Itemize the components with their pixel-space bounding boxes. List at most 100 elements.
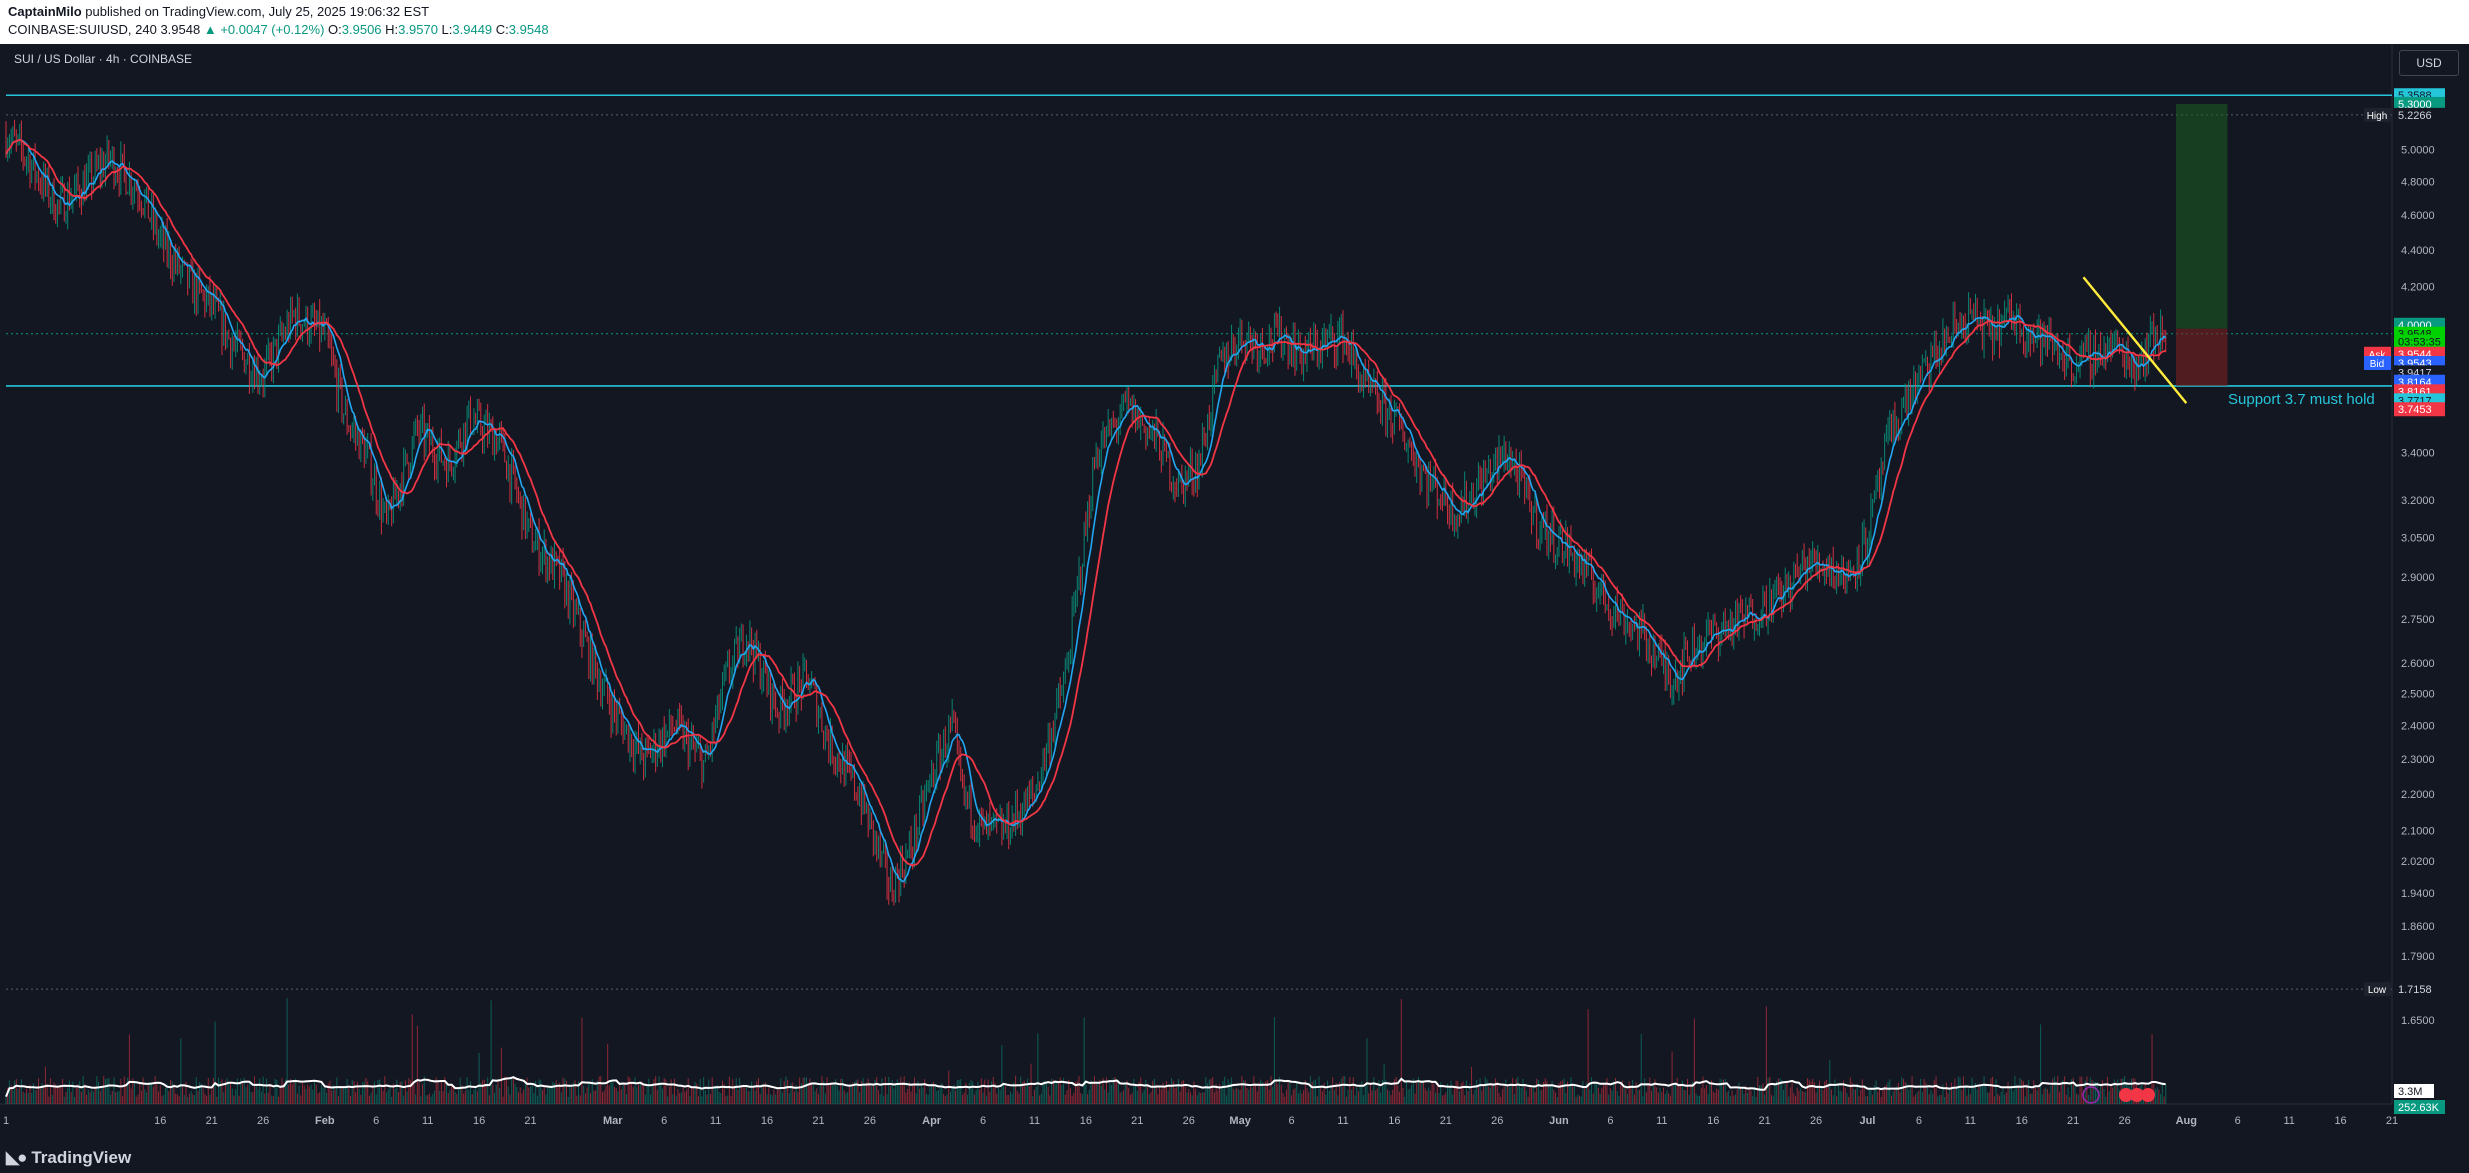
high-label: H:: [385, 22, 399, 37]
time-tick-label: 16: [1707, 1115, 1719, 1127]
time-tick-label: 26: [2118, 1115, 2130, 1127]
ohlc-line: COINBASE:SUIUSD, 240 3.9548 ▲ +0.0047 (+…: [8, 22, 549, 37]
time-tick-label: 6: [1288, 1115, 1294, 1127]
time-tick-label: 26: [1183, 1115, 1195, 1127]
currency-selector[interactable]: USD: [2399, 50, 2459, 76]
time-tick-label: 6: [373, 1115, 379, 1127]
price-tag-low: Low: [2368, 985, 2387, 996]
price-tick-label: 2.9000: [2401, 572, 2435, 584]
time-tick-label: 16: [761, 1115, 773, 1127]
publish-date: published on TradingView.com, July 25, 2…: [85, 4, 430, 19]
author-name[interactable]: CaptainMilo: [8, 4, 82, 19]
close-value: 3.9548: [508, 22, 549, 37]
brand-name: TradingView: [31, 1148, 132, 1167]
price-tick-label: 2.6000: [2401, 658, 2435, 670]
price-chart[interactable]: SUI / US Dollar · 4h · COINBASE 5.0000 4.8…: [0, 44, 2469, 1144]
price-tick-label: 2.3000: [2401, 754, 2435, 766]
time-tick-label: 11: [1029, 1115, 1040, 1127]
chart-area[interactable]: SUI / US Dollar · 4h · COINBASE 5.0000 4.8…: [0, 44, 2469, 1144]
time-tick-label: 1: [3, 1115, 9, 1127]
time-tick-label: 16: [1080, 1115, 1092, 1127]
time-tick-label: 16: [2334, 1115, 2346, 1127]
time-tick-label: 11: [2283, 1115, 2294, 1127]
time-tick-label: 26: [1491, 1115, 1503, 1127]
time-tick-label: 11: [710, 1115, 721, 1127]
time-tick-label: 21: [206, 1115, 218, 1127]
price-label: 1.7158: [2398, 984, 2432, 996]
time-tick-label: Aug: [2176, 1115, 2197, 1127]
price-tick-label: 1.8600: [2401, 921, 2435, 933]
ticker: COINBASE:SUIUSD, 240: [8, 22, 157, 37]
volume-label: 252.63K: [2398, 1102, 2440, 1114]
event-flag-icon: [2141, 1088, 2155, 1102]
time-tick-label: 16: [2016, 1115, 2028, 1127]
time-tick-label: 21: [812, 1115, 824, 1127]
time-tick-label: 6: [1916, 1115, 1922, 1127]
time-tick-label: 11: [1965, 1115, 1976, 1127]
tradingview-logo-icon: ◣●: [6, 1148, 27, 1167]
time-tick-label: 6: [1607, 1115, 1613, 1127]
price-axis-ticks: 5.00004.80004.60004.40004.20004.00003.80…: [2401, 145, 2435, 1027]
time-tick-label: 26: [864, 1115, 876, 1127]
stop-zone: [2176, 328, 2228, 386]
price-tick-label: 1.6500: [2401, 1015, 2435, 1027]
price-tick-label: 4.4000: [2401, 245, 2435, 257]
open-label: O:: [328, 22, 342, 37]
time-tick-label: 26: [257, 1115, 269, 1127]
target-zone: [2176, 103, 2228, 329]
price-tick-label: 3.4000: [2401, 447, 2435, 459]
open-value: 3.9506: [341, 22, 382, 37]
time-tick-label: 6: [980, 1115, 986, 1127]
price-tick-label: 2.4000: [2401, 721, 2435, 733]
time-tick-label: 21: [2067, 1115, 2079, 1127]
time-axis-labels: 1 16 21 26 Feb 6 11 16 21 Mar 6 11 16 21 26 Apr 6 11 16 21 2…: [3, 1115, 2398, 1127]
price-tag-bid: Bid: [2370, 359, 2384, 370]
support-annotation: Support 3.7 must hold: [2228, 391, 2375, 408]
low-label: L:: [441, 22, 453, 37]
close-label: C:: [495, 22, 509, 37]
low-value: 3.9449: [452, 22, 493, 37]
high-value: 3.9570: [398, 22, 438, 37]
time-tick-label: Mar: [603, 1115, 623, 1127]
price-tag-high: High: [2367, 111, 2388, 122]
time-tick-label: 26: [1810, 1115, 1822, 1127]
time-tick-label: 21: [524, 1115, 536, 1127]
publish-info: CaptainMilo published on TradingView.com…: [8, 4, 429, 19]
time-tick-label: 21: [1131, 1115, 1143, 1127]
price-tick-label: 3.0500: [2401, 533, 2435, 545]
ma-fast-line: [5, 138, 2167, 883]
publish-header: CaptainMilo published on TradingView.com…: [0, 0, 2469, 44]
price-tick-label: 2.5000: [2401, 689, 2435, 701]
tradingview-brand[interactable]: ◣● TradingView: [6, 1148, 131, 1168]
price-tick-label: 4.2000: [2401, 281, 2435, 293]
time-tick-label: 21: [1440, 1115, 1452, 1127]
time-tick-label: 16: [154, 1115, 166, 1127]
price-tick-label: 5.0000: [2401, 145, 2435, 157]
price-tick-label: 3.2000: [2401, 495, 2435, 507]
time-tick-label: Apr: [922, 1115, 942, 1127]
time-tick-label: Jul: [1860, 1115, 1876, 1127]
price-tick-label: 2.0200: [2401, 856, 2435, 868]
price-tick-label: 2.2000: [2401, 789, 2435, 801]
price-label: 5.2266: [2398, 110, 2432, 122]
time-tick-label: 16: [1388, 1115, 1400, 1127]
time-tick-label: Jun: [1549, 1115, 1569, 1127]
time-tick-label: 16: [473, 1115, 485, 1127]
price-tick-label: 4.8000: [2401, 177, 2435, 189]
last-price: 3.9548: [160, 22, 201, 37]
time-tick-label: Feb: [315, 1115, 335, 1127]
chart-legend-title: SUI / US Dollar · 4h · COINBASE: [14, 52, 192, 66]
time-tick-label: 21: [2386, 1115, 2398, 1127]
ma-slow-line: [5, 138, 2166, 867]
price-label: 3.7453: [2398, 404, 2432, 416]
price-tick-label: 2.7500: [2401, 614, 2435, 626]
time-tick-label: 21: [1759, 1115, 1771, 1127]
price-tick-label: 1.9400: [2401, 888, 2435, 900]
time-tick-label: 11: [1337, 1115, 1348, 1127]
price-change: ▲ +0.0047 (+0.12%): [203, 22, 325, 37]
footer: [0, 1144, 2469, 1173]
candles: [5, 119, 2167, 906]
time-tick-label: 6: [2235, 1115, 2241, 1127]
time-tick-label: 11: [1656, 1115, 1667, 1127]
time-tick-label: 6: [661, 1115, 667, 1127]
